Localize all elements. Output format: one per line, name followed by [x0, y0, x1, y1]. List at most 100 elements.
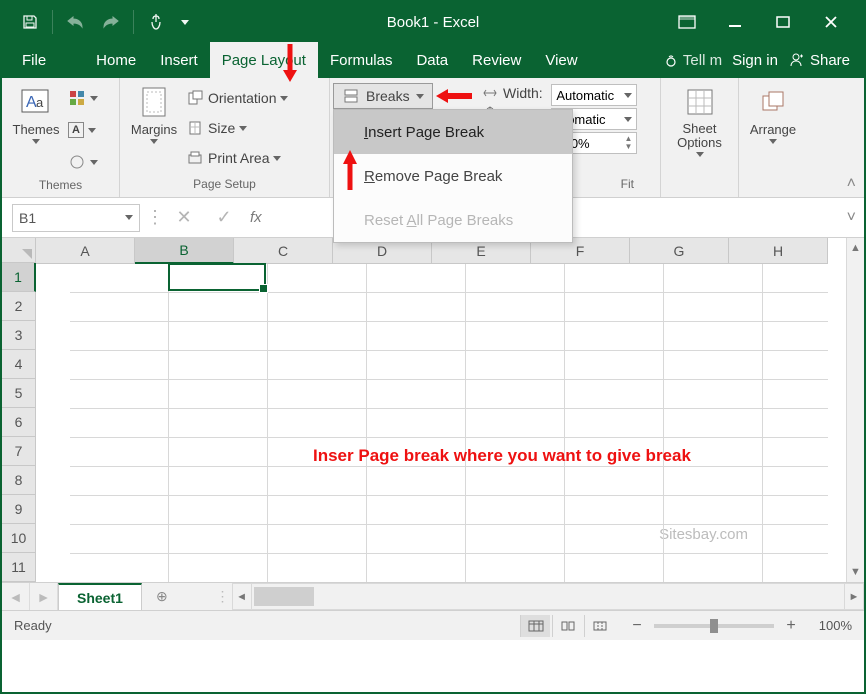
fonts-icon: A: [68, 122, 84, 138]
menu-remove-page-break[interactable]: Remove Page Break: [334, 154, 572, 198]
breaks-label: Breaks: [366, 88, 410, 104]
tab-split-grip-icon[interactable]: ⋮: [214, 583, 232, 610]
tab-home[interactable]: Home: [84, 42, 148, 78]
sign-in[interactable]: Sign in: [732, 52, 778, 69]
column-header[interactable]: H: [729, 238, 828, 264]
sheet-options-label: Sheet Options: [672, 122, 728, 150]
svg-text:a: a: [36, 95, 44, 110]
zoom-slider[interactable]: [654, 624, 774, 628]
scroll-up-icon[interactable]: ▲: [847, 238, 864, 258]
tell-me[interactable]: Tell m: [665, 52, 722, 69]
row-header[interactable]: 9: [2, 495, 36, 524]
margins-icon: [136, 84, 172, 120]
column-header[interactable]: C: [234, 238, 333, 264]
theme-fonts-button[interactable]: A: [68, 116, 98, 144]
scroll-down-icon[interactable]: ▼: [847, 562, 864, 582]
arrange-icon: [755, 84, 791, 120]
tab-review[interactable]: Review: [460, 42, 533, 78]
view-page-break-icon[interactable]: [584, 615, 614, 637]
tab-file[interactable]: File: [2, 42, 64, 78]
column-header[interactable]: B: [135, 238, 234, 264]
sheet-nav-prev-icon[interactable]: ◄: [2, 583, 30, 610]
zoom-in-button[interactable]: +: [782, 617, 800, 635]
themes-icon: Aa: [18, 84, 54, 120]
row-header[interactable]: 5: [2, 379, 36, 408]
orientation-button[interactable]: Orientation: [186, 84, 288, 112]
zoom-out-button[interactable]: −: [628, 617, 646, 635]
theme-colors-button[interactable]: [68, 84, 98, 112]
print-area-label: Print Area: [208, 150, 269, 166]
close-icon[interactable]: [808, 7, 854, 37]
zoom-level: 100%: [808, 618, 852, 633]
fx-icon[interactable]: fx: [250, 209, 262, 226]
expand-formula-bar-icon[interactable]: ˅: [847, 209, 856, 227]
group-page-setup-label: Page Setup: [126, 175, 323, 195]
save-icon[interactable]: [14, 7, 46, 37]
menu-insert-page-break[interactable]: Insert Page Break: [334, 110, 572, 154]
margins-button[interactable]: Margins: [126, 82, 182, 144]
name-box[interactable]: B1: [12, 204, 140, 232]
breaks-button[interactable]: Breaks: [333, 83, 433, 109]
name-box-value: B1: [19, 210, 36, 226]
themes-button[interactable]: Aa Themes: [8, 82, 64, 144]
ribbon-display-icon[interactable]: [664, 7, 710, 37]
view-page-layout-icon[interactable]: [552, 615, 582, 637]
colors-icon: [68, 89, 86, 107]
hscroll-thumb[interactable]: [254, 587, 314, 606]
margins-label: Margins: [131, 122, 177, 137]
column-header[interactable]: A: [36, 238, 135, 264]
tab-formulas[interactable]: Formulas: [318, 42, 405, 78]
collapse-ribbon-icon[interactable]: ˄: [847, 175, 856, 193]
vertical-scrollbar[interactable]: ▲ ▼: [846, 238, 864, 582]
row-header[interactable]: 6: [2, 408, 36, 437]
sheet-tab-sheet1[interactable]: Sheet1: [58, 583, 142, 610]
row-header[interactable]: 7: [2, 437, 36, 466]
maximize-icon[interactable]: [760, 7, 806, 37]
width-select[interactable]: Automatic: [551, 84, 637, 106]
zoom-thumb[interactable]: [710, 619, 718, 633]
sheet-nav-next-icon[interactable]: ►: [30, 583, 58, 610]
horizontal-scrollbar[interactable]: ◄ ►: [232, 583, 864, 610]
share-button[interactable]: Share: [788, 52, 850, 69]
breaks-icon: [342, 87, 360, 105]
size-button[interactable]: Size: [186, 114, 288, 142]
qat-customize-icon[interactable]: [176, 7, 194, 37]
ribbon: Aa Themes A Themes Margins Orientation S…: [2, 78, 864, 198]
row-header[interactable]: 3: [2, 321, 36, 350]
annotation-arrow-up-icon: [340, 148, 360, 192]
status-ready: Ready: [14, 618, 52, 633]
sheet-options-button[interactable]: Sheet Options: [672, 82, 728, 157]
touch-mode-icon[interactable]: [140, 7, 172, 37]
width-value: Automatic: [556, 88, 614, 103]
active-cell[interactable]: [168, 263, 266, 291]
tab-insert[interactable]: Insert: [148, 42, 210, 78]
column-header[interactable]: G: [630, 238, 729, 264]
view-normal-icon[interactable]: [520, 615, 550, 637]
ribbon-tabs: File Home Insert Page Layout Formulas Da…: [2, 42, 864, 78]
group-page-setup: Margins Orientation Size Print Area Page…: [120, 78, 330, 197]
row-header[interactable]: 8: [2, 466, 36, 495]
undo-icon[interactable]: [59, 7, 91, 37]
scroll-right-icon[interactable]: ►: [844, 583, 864, 610]
row-header[interactable]: 11: [2, 553, 36, 582]
arrange-label: Arrange: [750, 122, 796, 137]
scroll-left-icon[interactable]: ◄: [232, 583, 252, 610]
tab-view[interactable]: View: [533, 42, 589, 78]
row-header[interactable]: 4: [2, 350, 36, 379]
row-header[interactable]: 10: [2, 524, 36, 553]
add-sheet-button[interactable]: ⊕: [142, 583, 182, 610]
row-header[interactable]: 2: [2, 292, 36, 321]
print-area-button[interactable]: Print Area: [186, 144, 288, 172]
width-label: Width:: [503, 85, 543, 101]
minimize-icon[interactable]: [712, 7, 758, 37]
row-header[interactable]: 1: [2, 263, 36, 292]
tab-page-layout[interactable]: Page Layout: [210, 42, 318, 78]
tab-data[interactable]: Data: [404, 42, 460, 78]
fbar-grip-icon[interactable]: ⋮: [146, 207, 164, 228]
arrange-button[interactable]: Arrange: [745, 82, 801, 144]
theme-effects-button[interactable]: [68, 148, 98, 176]
select-all-corner[interactable]: [2, 238, 36, 263]
redo-icon[interactable]: [95, 7, 127, 37]
sheet-options-icon: [682, 84, 718, 120]
width-icon: [481, 84, 499, 102]
